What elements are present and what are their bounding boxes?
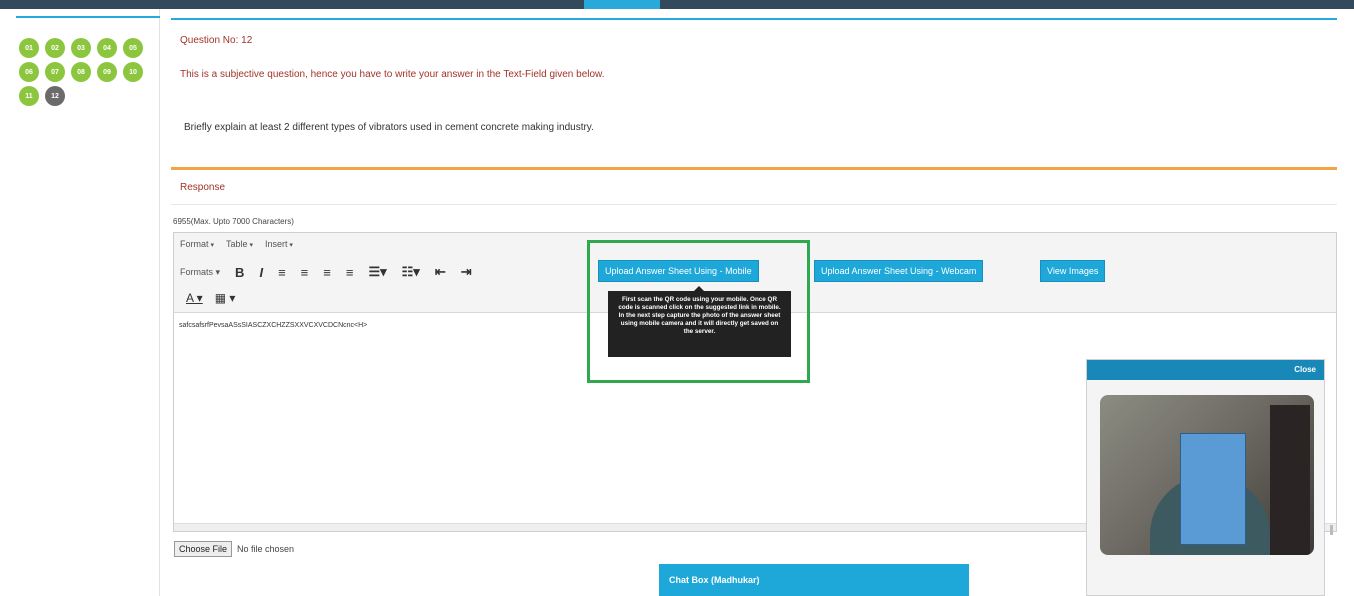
question-button-04[interactable]: 04	[97, 38, 117, 58]
panel-accent-line	[171, 18, 1337, 20]
editor-menubar: Format Table Insert	[180, 239, 293, 249]
formatting-row: Formats ▾ B I ≡ ≡ ≡ ≡ ☰▾ ☷▾ ⇤ ⇥	[180, 264, 472, 280]
bold-icon[interactable]: B	[235, 265, 244, 280]
color-row: A ▾ ▦ ▾	[186, 291, 235, 305]
text-color-icon[interactable]: A ▾	[186, 291, 203, 305]
file-status: No file chosen	[237, 544, 295, 554]
response-divider	[171, 204, 1337, 205]
section-divider	[171, 167, 1337, 170]
outdent-icon[interactable]: ⇤	[435, 264, 446, 280]
upload-webcam-button[interactable]: Upload Answer Sheet Using - Webcam	[814, 260, 984, 282]
top-bar-active-tab[interactable]	[584, 0, 660, 9]
webcam-header: Close	[1087, 360, 1324, 380]
chat-box-header[interactable]: Chat Box (Madhukar)	[659, 564, 969, 596]
view-images-button[interactable]: View Images	[1040, 260, 1106, 282]
question-button-02[interactable]: 02	[45, 38, 65, 58]
align-right-icon[interactable]: ≡	[323, 265, 331, 280]
formats-label: Formats	[180, 266, 214, 277]
question-button-03[interactable]: 03	[71, 38, 91, 58]
question-navigator: 01 02 03 04 05 06 07 08 09 10 11 12	[8, 9, 160, 596]
italic-icon[interactable]: I	[259, 265, 263, 280]
indent-icon[interactable]: ⇥	[461, 264, 472, 280]
choose-file-button[interactable]: Choose File	[174, 541, 233, 557]
webcam-video	[1100, 395, 1314, 555]
background-color-icon[interactable]: ▦ ▾	[215, 291, 236, 305]
question-button-09[interactable]: 09	[97, 62, 117, 82]
question-button-10[interactable]: 10	[123, 62, 143, 82]
question-button-06[interactable]: 06	[19, 62, 39, 82]
page-scrollbar[interactable]	[1330, 525, 1333, 535]
question-button-12[interactable]: 12	[45, 86, 65, 106]
character-counter: 6955(Max. Upto 7000 Characters)	[173, 217, 294, 226]
question-button-08[interactable]: 08	[71, 62, 91, 82]
question-grid: 01 02 03 04 05 06 07 08 09 10 11 12	[19, 38, 154, 106]
question-button-11[interactable]: 11	[19, 86, 39, 106]
top-navigation-bar	[0, 0, 1354, 9]
webcam-background-door	[1270, 405, 1310, 555]
bullet-list-icon[interactable]: ☰▾	[368, 264, 386, 280]
align-justify-icon[interactable]: ≡	[346, 265, 354, 280]
webcam-close-button[interactable]: Close	[1294, 365, 1316, 374]
webcam-face-redaction	[1180, 433, 1246, 545]
question-button-05[interactable]: 05	[123, 38, 143, 58]
align-left-icon[interactable]: ≡	[278, 265, 286, 280]
menu-format[interactable]: Format	[180, 239, 214, 249]
numbered-list-icon[interactable]: ☷▾	[402, 264, 420, 280]
sidebar-accent-line	[16, 16, 160, 18]
question-instruction: This is a subjective question, hence you…	[180, 69, 605, 80]
question-button-01[interactable]: 01	[19, 38, 39, 58]
editor-content[interactable]: safcsafsrfPevsaASsSIASCZXCHZZSXXVCXVCDCN…	[179, 322, 367, 329]
response-heading: Response	[180, 182, 226, 193]
file-upload-row: Choose File No file chosen	[174, 541, 294, 557]
formats-dropdown[interactable]: Formats ▾	[180, 267, 220, 278]
question-number: Question No: 12	[180, 35, 253, 46]
question-button-07[interactable]: 07	[45, 62, 65, 82]
question-text: Briefly explain at least 2 different typ…	[184, 122, 594, 133]
menu-insert[interactable]: Insert	[265, 239, 293, 249]
chat-box-title: Chat Box (Madhukar)	[669, 575, 760, 585]
align-center-icon[interactable]: ≡	[301, 265, 309, 280]
menu-table[interactable]: Table	[226, 239, 253, 249]
upload-highlight-box	[587, 240, 810, 383]
webcam-panel: Close	[1086, 359, 1325, 596]
